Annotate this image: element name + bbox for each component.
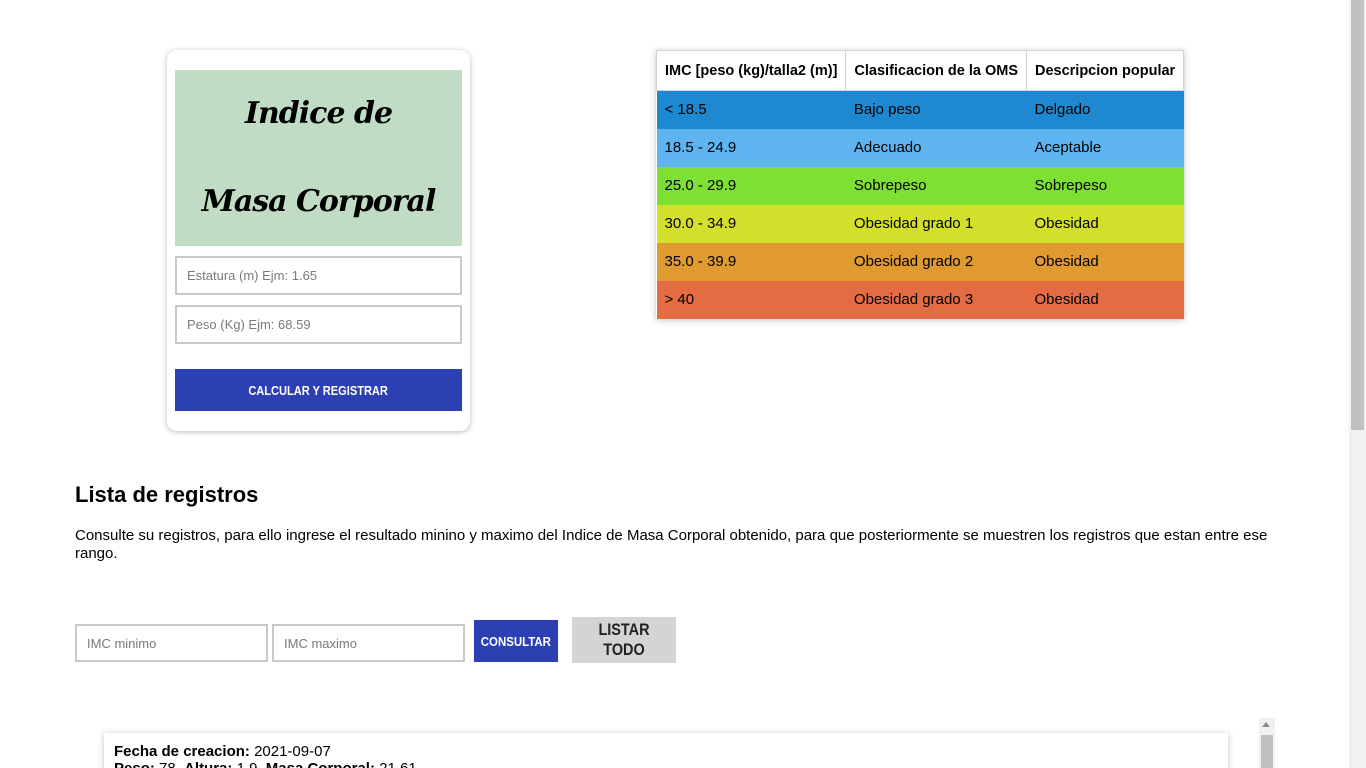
record-date-line: Fecha de creacion: 2021-09-07 — [114, 743, 1218, 760]
list-all-button[interactable]: LISTAR TODO — [572, 617, 676, 663]
cell-classification: Obesidad grado 3 — [853, 291, 974, 308]
header-description: Descripcion popular — [1025, 50, 1185, 91]
cell-description: Obesidad — [1034, 291, 1099, 308]
cell-range: 35.0 - 39.9 — [664, 253, 737, 270]
record-date-label: Fecha de creacion: — [114, 743, 250, 760]
cell-description: Delgado — [1034, 101, 1091, 119]
calculator-header: Indice de Masa Corporal — [175, 70, 462, 246]
record-imc-label: Masa Corporal: — [266, 760, 375, 768]
table-row: 25.0 - 29.9 Sobrepeso Sobrepeso — [656, 166, 1184, 205]
record-imc-value: 21.61 — [379, 760, 417, 768]
table-row: > 40 Obesidad grado 3 Obesidad — [656, 280, 1184, 319]
calculate-register-button[interactable]: CALCULAR Y REGISTRAR — [175, 369, 462, 411]
cell-range: 25.0 - 29.9 — [664, 177, 737, 194]
cell-description: Aceptable — [1034, 139, 1102, 156]
list-all-label: LISTAR TODO — [598, 620, 650, 659]
record-date-value: 2021-09-07 — [254, 743, 331, 760]
cell-range: 30.0 - 34.9 — [664, 215, 737, 232]
consult-label: CONSULTAR — [480, 633, 552, 649]
table-row: < 18.5 Bajo peso Delgado — [656, 90, 1184, 129]
cell-range: 18.5 - 24.9 — [664, 139, 737, 156]
records-description: Consulte su registros, para ello ingrese… — [75, 527, 1268, 562]
record-item: Fecha de creacion: 2021-09-07 Peso: 78, … — [104, 733, 1228, 768]
cell-classification: Obesidad grado 1 — [853, 215, 974, 232]
record-values-line: Peso: 78, Altura: 1.9, Masa Corporal: 21… — [114, 760, 1218, 768]
calculator-title: Indice de Masa Corporal — [201, 96, 437, 219]
cell-range: < 18.5 — [664, 101, 707, 119]
weight-input[interactable] — [175, 305, 462, 344]
record-height-value: 1.9 — [237, 760, 258, 768]
cell-description: Sobrepeso — [1034, 177, 1108, 194]
table-row: 35.0 - 39.9 Obesidad grado 2 Obesidad — [656, 242, 1184, 281]
cell-classification: Sobrepeso — [853, 177, 927, 194]
table-row: 18.5 - 24.9 Adecuado Aceptable — [656, 128, 1184, 167]
consult-button[interactable]: CONSULTAR — [474, 620, 558, 662]
cell-classification: Adecuado — [853, 139, 922, 156]
record-height-label: Altura: — [184, 760, 232, 768]
imc-calculator-card: Indice de Masa Corporal CALCULAR Y REGIS… — [167, 50, 470, 431]
table-header-row: IMC [peso (kg)/talla2 (m)] Clasificacion… — [655, 50, 1185, 91]
record-weight-value: 78 — [159, 760, 176, 768]
table-row: 30.0 - 34.9 Obesidad grado 1 Obesidad — [656, 204, 1184, 243]
cell-classification: Bajo peso — [853, 101, 921, 119]
header-classification: Clasificacion de la OMS — [845, 50, 1027, 91]
imc-classification-table: IMC [peso (kg)/talla2 (m)] Clasificacion… — [655, 50, 1185, 319]
cell-classification: Obesidad grado 2 — [853, 253, 974, 270]
imc-max-input[interactable] — [272, 624, 465, 662]
height-input[interactable] — [175, 256, 462, 295]
imc-min-input[interactable] — [75, 624, 268, 662]
records-scroll-thumb[interactable] — [1261, 735, 1273, 768]
records-scrollbar[interactable] — [1259, 718, 1275, 768]
record-weight-label: Peso: — [114, 760, 155, 768]
page-scroll-thumb[interactable] — [1351, 0, 1364, 430]
calculate-register-label: CALCULAR Y REGISTRAR — [248, 382, 389, 398]
scroll-up-arrow-icon[interactable] — [1262, 722, 1270, 727]
cell-range: > 40 — [664, 291, 695, 308]
header-imc: IMC [peso (kg)/talla2 (m)] — [655, 50, 847, 91]
page-scrollbar[interactable] — [1349, 0, 1366, 768]
cell-description: Obesidad — [1034, 253, 1099, 270]
records-title: Lista de registros — [75, 482, 259, 507]
cell-description: Obesidad — [1034, 215, 1099, 232]
